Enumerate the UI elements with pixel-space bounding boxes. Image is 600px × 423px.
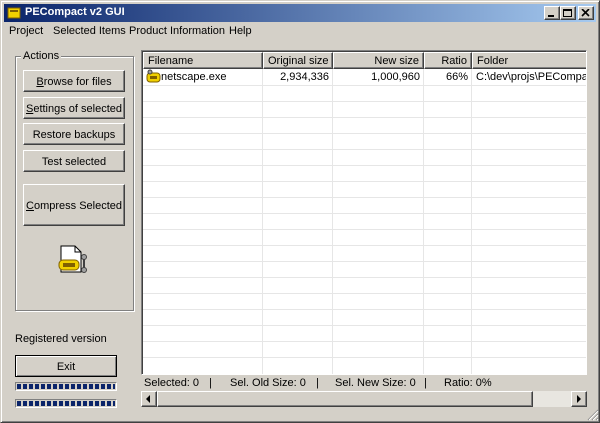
scroll-right-button[interactable] bbox=[571, 391, 587, 407]
minimize-button[interactable] bbox=[544, 6, 560, 20]
minimize-icon bbox=[548, 15, 554, 17]
progress-fill-1 bbox=[17, 384, 115, 389]
progress-bar-1 bbox=[15, 382, 117, 391]
resize-grip-icon[interactable] bbox=[587, 409, 599, 421]
exit-button[interactable]: Exit bbox=[15, 355, 117, 377]
grid-line bbox=[471, 69, 472, 374]
cell-folder: C:\dev\projs\PECompact bbox=[476, 71, 587, 83]
grid-line bbox=[143, 117, 586, 118]
progress-bar-2 bbox=[15, 399, 117, 408]
settings-of-selected-label: Settings of selected bbox=[25, 103, 122, 115]
grid-line bbox=[332, 69, 333, 374]
grid-line bbox=[143, 261, 586, 262]
grid-line bbox=[143, 133, 586, 134]
status-new-size: Sel. New Size: 0 bbox=[335, 377, 416, 389]
menu-selected-items[interactable]: Selected Items bbox=[53, 25, 126, 37]
status-separator: | bbox=[424, 377, 427, 389]
grid-line bbox=[143, 357, 586, 358]
grid-line bbox=[143, 277, 586, 278]
status-selected: Selected: 0 bbox=[144, 377, 200, 389]
grid-line bbox=[143, 101, 586, 102]
grid-line bbox=[143, 149, 586, 150]
grid-line bbox=[143, 165, 586, 166]
column-header-folder[interactable]: Folder bbox=[472, 52, 586, 69]
settings-of-selected-button[interactable]: Settings of selected bbox=[23, 97, 125, 119]
status-bar: Selected: 0 | Sel. Old Size: 0 | Sel. Ne… bbox=[141, 376, 587, 391]
maximize-icon bbox=[563, 9, 572, 17]
window-title: PECompact v2 GUI bbox=[25, 6, 125, 18]
cell-filename: netscape.exe bbox=[161, 71, 227, 83]
cell-ratio: 66% bbox=[445, 71, 468, 83]
app-window: PECompact v2 GUI Project Selected Items … bbox=[0, 0, 600, 423]
menu-help[interactable]: Help bbox=[229, 25, 252, 37]
compress-selected-label: Compress Selected bbox=[26, 200, 122, 212]
grid-line bbox=[143, 245, 586, 246]
close-button[interactable] bbox=[578, 6, 594, 20]
browse-files-button[interactable]: Browse for files bbox=[23, 70, 125, 92]
scroll-left-button[interactable] bbox=[141, 391, 157, 407]
arrow-left-icon bbox=[146, 395, 150, 403]
menu-product-information[interactable]: Product Information bbox=[129, 25, 225, 37]
column-header-row: Filename Original size New size Ratio Fo… bbox=[143, 52, 586, 69]
title-bar[interactable]: PECompact v2 GUI bbox=[4, 4, 596, 22]
status-ratio: Ratio: 0% bbox=[444, 377, 492, 389]
file-list[interactable]: Filename Original size New size Ratio Fo… bbox=[141, 50, 587, 375]
grid-line bbox=[143, 213, 586, 214]
menu-bar: Project Selected Items Product Informati… bbox=[4, 23, 596, 41]
progress-fill-2 bbox=[17, 401, 115, 406]
compress-tool-icon bbox=[58, 245, 87, 273]
status-old-size: Sel. Old Size: 0 bbox=[230, 377, 306, 389]
status-separator: | bbox=[209, 377, 212, 389]
test-selected-button[interactable]: Test selected bbox=[23, 150, 125, 172]
grid-line bbox=[143, 293, 586, 294]
column-header-ratio[interactable]: Ratio bbox=[424, 52, 472, 69]
grid-line bbox=[143, 85, 586, 86]
grid-line bbox=[143, 229, 586, 230]
restore-backups-button[interactable]: Restore backups bbox=[23, 123, 125, 145]
status-separator: | bbox=[316, 377, 319, 389]
close-icon bbox=[581, 9, 590, 17]
table-row[interactable]: netscape.exe 2,934,336 1,000,960 66% C:\… bbox=[143, 69, 587, 85]
column-header-new-size[interactable]: New size bbox=[333, 52, 424, 69]
grid-line bbox=[143, 197, 586, 198]
cell-new-size: 1,000,960 bbox=[371, 71, 420, 83]
grid-line bbox=[143, 325, 586, 326]
actions-group-label: Actions bbox=[21, 50, 62, 62]
column-header-original-size[interactable]: Original size bbox=[263, 52, 333, 69]
grid-line bbox=[262, 69, 263, 374]
grid-line bbox=[143, 309, 586, 310]
maximize-button[interactable] bbox=[560, 6, 576, 20]
test-selected-label: Test selected bbox=[41, 156, 107, 168]
browse-files-label: Browse for files bbox=[36, 76, 112, 88]
exit-label: Exit bbox=[56, 361, 76, 373]
app-icon[interactable] bbox=[6, 5, 22, 21]
scroll-thumb[interactable] bbox=[157, 391, 533, 407]
menu-project[interactable]: Project bbox=[9, 25, 43, 37]
grid-line bbox=[143, 341, 586, 342]
grid-line bbox=[143, 181, 586, 182]
arrow-right-icon bbox=[577, 395, 581, 403]
registered-version-text: Registered version bbox=[15, 333, 107, 345]
restore-backups-label: Restore backups bbox=[32, 129, 116, 141]
grid-line bbox=[423, 69, 424, 374]
column-header-filename[interactable]: Filename bbox=[143, 52, 263, 69]
horizontal-scrollbar[interactable] bbox=[141, 391, 587, 407]
cell-original-size: 2,934,336 bbox=[280, 71, 329, 83]
compress-selected-button[interactable]: Compress Selected bbox=[23, 184, 125, 226]
